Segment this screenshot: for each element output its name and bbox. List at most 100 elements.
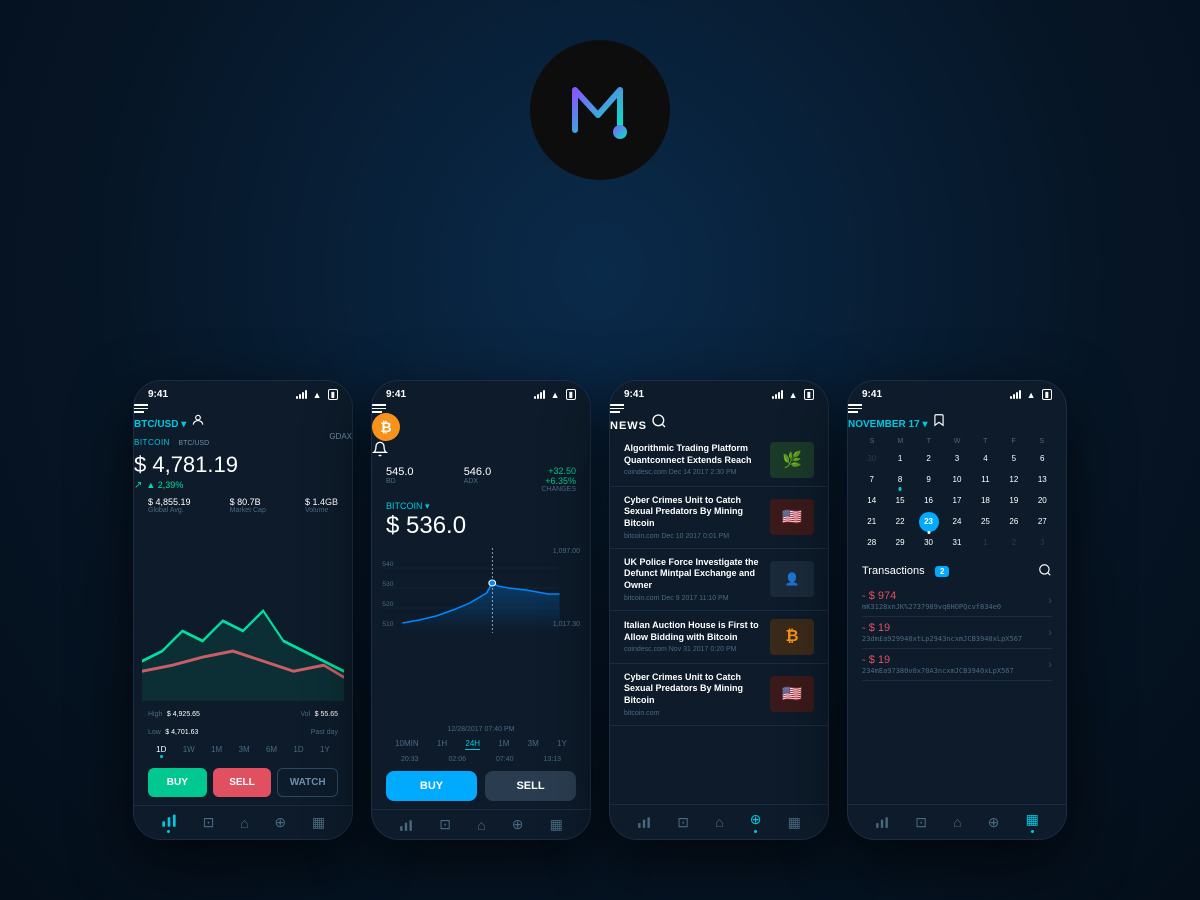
cal-day-1-next[interactable]: 1 [975,533,995,553]
signal-bar-2 [299,394,301,399]
tf-1m[interactable]: 1M [211,745,222,758]
watch-button-1[interactable]: WATCH [277,768,338,797]
cal-day-7[interactable]: 7 [862,470,882,490]
nav-calendar-icon-3[interactable]: ▦ [788,814,801,831]
cal-day-29[interactable]: 29 [890,533,910,553]
cal-day-11[interactable]: 11 [975,470,995,490]
cal-day-20[interactable]: 20 [1032,491,1052,511]
cal-day-3[interactable]: 3 [947,449,967,469]
nav-globe-icon-4[interactable]: ⊕ [988,814,1000,831]
nav-chart-icon-4[interactable] [875,815,889,829]
header-title-1[interactable]: BTC/USD ▾ [134,419,186,430]
cal-day-2-next[interactable]: 2 [1004,533,1024,553]
menu-icon-3[interactable] [610,404,828,413]
cal-day-16[interactable]: 16 [919,491,939,511]
transaction-item-1[interactable]: - $ 974 mK3128xnJK%2737989vq8HOPQcvf834e… [862,585,1052,617]
nav-home-icon-4[interactable]: ⌂ [953,814,961,830]
cal-month-4[interactable]: NOVEMBER 17 ▾ [848,419,927,430]
cal-day-27[interactable]: 27 [1032,512,1052,532]
nav-display-icon-4[interactable]: ⊡ [915,814,927,831]
tx-arrow-2: › [1048,625,1052,639]
cal-day-14[interactable]: 14 [862,491,882,511]
cal-day-1[interactable]: 1 [890,449,910,469]
news-item-2[interactable]: Cyber Crimes Unit to Catch Sexual Predat… [610,487,828,549]
news-item-4[interactable]: Italian Auction House is First to Allow … [610,611,828,664]
cal-day-19[interactable]: 19 [1004,491,1024,511]
cal-day-12[interactable]: 12 [1004,470,1024,490]
sell-button-2[interactable]: SELL [485,771,576,801]
transaction-item-2[interactable]: - $ 19 23dm£a929940xtLp2943ncxmJCB3940xL… [862,617,1052,649]
cal-day-10[interactable]: 10 [947,470,967,490]
tx-hash-3: 234mEa97380v0x70A3ncxmJCB3940xLpX567 [862,667,1014,675]
cal-day-9[interactable]: 9 [919,470,939,490]
cal-day-31[interactable]: 31 [947,533,967,553]
news-item-5[interactable]: Cyber Crimes Unit to Catch Sexual Predat… [610,664,828,726]
tf-1w[interactable]: 1W [183,745,195,758]
cal-day-21[interactable]: 21 [862,512,882,532]
buy-button-2[interactable]: BUY [386,771,477,801]
cal-day-15[interactable]: 15 [890,491,910,511]
sell-button-1[interactable]: SELL [213,768,272,797]
tf-1y[interactable]: 1Y [320,745,330,758]
cal-day-17[interactable]: 17 [947,491,967,511]
cal-day-5[interactable]: 5 [1004,449,1024,469]
search-icon-3[interactable] [651,413,667,429]
cal-day-28[interactable]: 28 [862,533,882,553]
status-time-4: 9:41 [862,389,882,400]
menu-icon-2[interactable] [372,404,590,413]
news-item-1[interactable]: Algorithmic Trading Platform Quantconnec… [610,434,828,487]
timeframe-bar-1: 1D 1W 1M 3M 6M 1D 1Y [134,741,352,762]
user-icon-1[interactable] [191,413,205,427]
tf2-1h[interactable]: 1H [437,739,447,750]
cal-day-24[interactable]: 24 [947,512,967,532]
bookmark-icon-4[interactable] [932,413,946,427]
cal-day-22[interactable]: 22 [890,512,910,532]
tf-6m[interactable]: 6M [266,745,277,758]
tf2-1m[interactable]: 1M [498,739,509,750]
cal-day-25[interactable]: 25 [975,512,995,532]
nav-home-icon-2[interactable]: ⌂ [477,817,485,833]
tf2-10min[interactable]: 10MIN [395,739,419,750]
nav-calendar-icon-4[interactable]: ▦ [1026,811,1039,833]
nav-chart-icon-3[interactable] [637,815,651,829]
nav-calendar-icon-2[interactable]: ▦ [550,816,563,833]
nav-calendar-icon-1[interactable]: ▦ [312,814,325,831]
menu-icon-1[interactable] [134,404,352,413]
tf2-3m[interactable]: 3M [528,739,539,750]
bitcoin-title-2[interactable]: BITCOIN ▾ [386,501,576,512]
nav-home-icon-3[interactable]: ⌂ [715,814,723,830]
header-2: ₿ [372,404,590,462]
cal-day-2[interactable]: 2 [919,449,939,469]
cal-day-13[interactable]: 13 [1032,470,1052,490]
cal-day-30[interactable]: 30 [919,533,939,553]
buy-button-1[interactable]: BUY [148,768,207,797]
cal-day-18[interactable]: 18 [975,491,995,511]
nav-chart-icon-2[interactable] [399,818,413,832]
cal-day-3-next[interactable]: 3 [1032,533,1052,553]
nav-globe-icon-3[interactable]: ⊕ [750,811,762,833]
nav-display-icon-3[interactable]: ⊡ [677,814,689,831]
nav-globe-icon-2[interactable]: ⊕ [512,816,524,833]
cal-day-23-today[interactable]: 23 [919,512,939,532]
tf2-1y[interactable]: 1Y [557,739,567,750]
nav-chart-icon-1[interactable] [161,812,177,833]
nav-globe-icon-1[interactable]: ⊕ [274,814,286,831]
nav-home-icon-1[interactable]: ⌂ [240,815,248,831]
tf2-24h[interactable]: 24H [465,739,480,750]
news-item-3[interactable]: UK Police Force Investigate the Defunct … [610,549,828,611]
cal-day-6[interactable]: 6 [1032,449,1052,469]
cal-day-8[interactable]: 8 [890,470,910,490]
tf-1d[interactable]: 1D [156,745,166,758]
cal-day-30-prev[interactable]: 30 [862,449,882,469]
cal-day-26[interactable]: 26 [1004,512,1024,532]
nav-display-icon-1[interactable]: ⊡ [203,814,215,831]
nav-display-icon-2[interactable]: ⊡ [439,816,451,833]
tf-1d2[interactable]: 1D [293,745,303,758]
tf-3m[interactable]: 3M [239,745,250,758]
menu-icon-4[interactable] [848,404,1066,413]
transaction-item-3[interactable]: - $ 19 234mEa97380v0x70A3ncxmJCB3940xLpX… [862,649,1052,681]
news-title-item-5: Cyber Crimes Unit to Catch Sexual Predat… [624,672,760,707]
bell-icon-2[interactable] [372,441,388,457]
cal-day-4[interactable]: 4 [975,449,995,469]
search-icon-4[interactable] [1038,563,1052,577]
